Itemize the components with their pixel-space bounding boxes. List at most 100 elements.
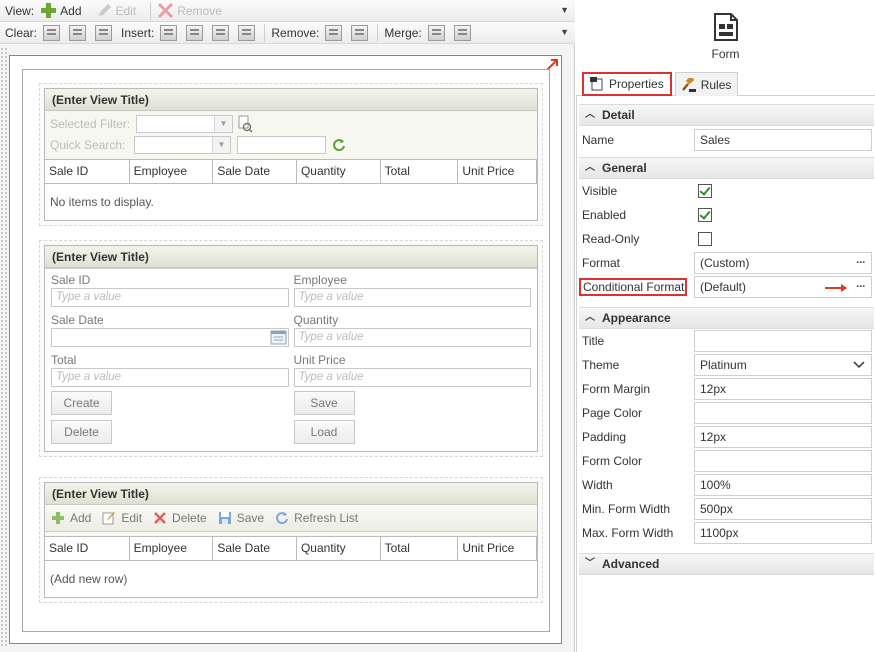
prop-label: Visible [582, 184, 618, 198]
list-delete-label: Delete [172, 511, 207, 525]
conditional-format-value: (Default) [700, 280, 747, 294]
clear-column-icon[interactable] [95, 24, 113, 41]
merge-label: Merge: [384, 25, 422, 40]
sale-id-input[interactable]: Type a value [51, 288, 289, 307]
tab-properties[interactable]: Properties [582, 72, 672, 96]
section-general[interactable]: ︿ General [579, 157, 874, 179]
form-color-input[interactable] [694, 450, 872, 472]
form-canvas[interactable]: (Enter View Title) Selected Filter: ▼ Qu… [9, 55, 562, 644]
unmerge-cells-icon[interactable] [453, 24, 471, 41]
list-view-1[interactable]: (Enter View Title) Selected Filter: ▼ Qu… [39, 83, 543, 226]
remove-row-icon[interactable] [351, 24, 369, 41]
add-view-button[interactable]: Add [40, 2, 82, 19]
total-label: Total [51, 353, 77, 367]
chevron-down-icon: ﹀ [585, 558, 595, 569]
clear-label: Clear: [5, 25, 38, 40]
sale-date-input[interactable] [51, 328, 289, 347]
calendar-icon[interactable] [270, 330, 287, 345]
width-input[interactable]: 100% [694, 474, 872, 496]
x-icon [154, 512, 166, 524]
remove-view-button[interactable]: Remove [157, 2, 222, 19]
min-width-input[interactable]: 500px [694, 498, 872, 520]
enabled-checkbox[interactable] [698, 208, 712, 222]
column-header[interactable]: Unit Price [458, 537, 537, 560]
unit-price-input[interactable]: Type a value [293, 368, 531, 387]
quantity-input[interactable]: Type a value [293, 328, 531, 347]
section-detail[interactable]: ︿ Detail [579, 104, 874, 126]
refresh-list-label: Refresh List [294, 511, 359, 525]
insert-row-above-icon[interactable] [212, 24, 230, 41]
section-appearance[interactable]: ︿ Appearance [579, 307, 874, 329]
column-header[interactable]: Unit Price [458, 160, 537, 183]
name-input[interactable]: Sales [694, 129, 872, 151]
remove-label: Remove: [271, 25, 320, 40]
section-advanced[interactable]: ﹀ Advanced [579, 553, 874, 575]
form-margin-input[interactable]: 12px [694, 378, 872, 400]
add-new-row[interactable]: (Add new row) [45, 561, 537, 597]
page-color-input[interactable] [694, 402, 872, 424]
edit-view-button[interactable]: Edit [96, 2, 136, 19]
delete-button[interactable]: Delete [51, 420, 112, 444]
item-view-2[interactable]: (Enter View Title) Sale ID Type a value … [39, 240, 543, 457]
empty-message: No items to display. [50, 195, 154, 209]
refresh-list-button[interactable]: Refresh List [275, 511, 358, 525]
readonly-checkbox[interactable] [698, 232, 712, 246]
clear-cell-icon[interactable] [43, 24, 61, 41]
max-width-input[interactable]: 1100px [694, 522, 872, 544]
format-field[interactable]: (Custom) ··· [694, 252, 872, 274]
clear-row-icon[interactable] [69, 24, 87, 41]
toolbar-expand-icon[interactable]: ▼ [560, 27, 569, 37]
column-header[interactable]: Employee [130, 160, 214, 183]
filter-icon[interactable] [237, 115, 253, 133]
merge-cells-icon[interactable] [427, 24, 445, 41]
list-add-button[interactable]: Add [51, 511, 91, 525]
grid-header: Sale ID Employee Sale Date Quantity Tota… [45, 160, 537, 184]
title-input[interactable] [694, 330, 872, 352]
list-save-label: Save [236, 511, 265, 525]
list-edit-button[interactable]: Edit [102, 511, 142, 525]
remove-column-icon[interactable] [325, 24, 343, 41]
save-button[interactable]: Save [293, 391, 355, 415]
list-delete-button[interactable]: Delete [153, 511, 207, 525]
conditional-format-field[interactable]: (Default) ··· [694, 276, 872, 298]
column-header[interactable]: Quantity [297, 537, 381, 560]
column-header[interactable]: Sale Date [213, 160, 297, 183]
load-button[interactable]: Load [293, 420, 355, 444]
column-header[interactable]: Employee [130, 537, 214, 560]
insert-column-right-icon[interactable] [186, 24, 204, 41]
insert-column-left-icon[interactable] [160, 24, 178, 41]
insert-row-below-icon[interactable] [238, 24, 256, 41]
column-header[interactable]: Sale ID [45, 160, 130, 183]
total-input[interactable]: Type a value [51, 368, 289, 387]
prop-row-conditional-format: Conditional Format (Default) ··· [579, 275, 874, 299]
arrow-right-icon [825, 284, 847, 292]
refresh-icon[interactable] [332, 138, 346, 152]
ellipsis-button[interactable]: ··· [856, 276, 866, 296]
column-header[interactable]: Sale ID [45, 537, 130, 560]
ellipsis-button[interactable]: ··· [856, 252, 866, 272]
create-button[interactable]: Create [51, 391, 112, 415]
view-toolbar: View: Add Edit Remove ▼ [0, 0, 575, 22]
toolbar-expand-icon[interactable]: ▼ [560, 5, 569, 15]
column-header[interactable]: Total [381, 537, 459, 560]
theme-select[interactable]: Platinum [694, 354, 872, 376]
chevron-down-icon: ▼ [212, 136, 230, 153]
editable-list-view-3[interactable]: (Enter View Title) Add Edit Delete Save … [39, 477, 543, 603]
padding-input[interactable]: 12px [694, 426, 872, 448]
column-header[interactable]: Total [381, 160, 459, 183]
employee-input[interactable]: Type a value [293, 288, 531, 307]
add-view-label: Add [60, 3, 82, 18]
designer-area: View: Add Edit Remove ▼ Clear: Insert: R… [0, 0, 575, 652]
floppy-disk-icon [218, 512, 231, 524]
quick-search-input[interactable] [237, 135, 326, 154]
column-header[interactable]: Sale Date [213, 537, 297, 560]
prop-row-padding: Padding 12px [579, 425, 874, 449]
employee-label: Employee [293, 273, 347, 287]
visible-checkbox[interactable] [698, 184, 712, 198]
selected-filter-select[interactable]: ▼ [136, 114, 233, 133]
tab-rules[interactable]: Rules [674, 72, 739, 96]
quick-search-field-select[interactable]: ▼ [134, 135, 231, 154]
chevron-down-icon [853, 361, 865, 369]
list-save-button[interactable]: Save [218, 511, 264, 525]
column-header[interactable]: Quantity [297, 160, 381, 183]
